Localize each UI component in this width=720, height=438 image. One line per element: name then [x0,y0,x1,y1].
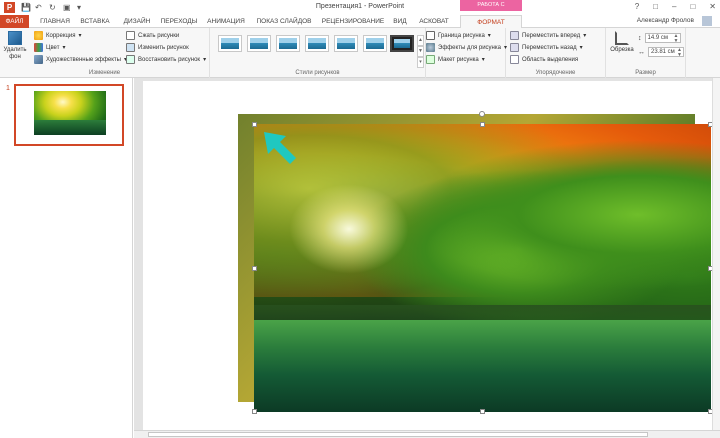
avatar[interactable] [702,16,712,26]
bring-forward-button[interactable]: Переместить вперед ▾ [510,31,586,40]
slide-number: 1 [6,85,10,92]
resize-handle-top-left[interactable] [252,122,257,127]
bring-forward-icon [510,31,519,40]
tab-animations[interactable]: АНИМАЦИЯ [204,15,248,28]
compress-pictures-button[interactable]: Сжать рисунки [126,31,179,40]
tab-slideshow[interactable]: ПОКАЗ СЛАЙДОВ [254,15,314,28]
window-title: Презентация1 - PowerPoint [315,3,405,10]
send-backward-button[interactable]: Переместить назад ▾ [510,43,583,52]
thumbnail-picture [34,91,106,135]
picture-style-7[interactable] [390,35,414,52]
group-arrange: Переместить вперед ▾ Переместить назад ▾ О… [506,28,606,78]
tab-format[interactable]: ФОРМАТ [460,15,522,29]
arrow-icon [264,132,296,164]
resize-handle-bottom-left[interactable] [252,409,257,414]
maximize-icon[interactable]: □ [690,2,695,11]
rotate-handle[interactable] [479,111,485,117]
height-icon: ↕ [638,34,642,42]
ribbon: Удалить фон Коррекция ▾ Цвет ▾ Художествен… [0,28,720,105]
minimize-icon[interactable]: – [672,2,676,11]
change-picture-icon [126,43,135,52]
group-label-styles: Стили рисунков [295,70,340,76]
height-spinner[interactable]: ▲ ▼ [674,34,679,44]
group-label-adjust: Изменение [88,70,121,76]
compress-icon [126,31,135,40]
picture-layout-button[interactable]: Макет рисунка ▾ [426,55,485,64]
horizontal-scrollbar[interactable] [134,430,720,438]
width-spinner[interactable]: ▲ ▼ [677,48,682,58]
tab-home[interactable]: ГЛАВНАЯ [38,15,72,28]
color-button[interactable]: Цвет ▾ [34,43,65,52]
title-bar: P 💾 ↶ ↻ ▣ ▾ Презентация1 - PowerPoint РА… [0,0,720,19]
crop-button[interactable]: Обрезка [610,31,634,53]
horizontal-scroll-thumb[interactable] [148,432,648,437]
send-backward-icon [510,43,519,52]
picture-style-6[interactable] [363,35,387,52]
reset-picture-icon [126,55,135,64]
artistic-effects-icon [34,55,43,64]
corrections-button[interactable]: Коррекция ▾ [34,31,82,40]
tab-design[interactable]: ДИЗАЙН [120,15,154,28]
ribbon-tabs: ФАЙЛ ГЛАВНАЯ ВСТАВКА ДИЗАЙН ПЕРЕХОДЫ АНИ… [0,15,720,29]
color-icon [34,43,43,52]
picture-border-icon [426,31,435,40]
corrections-icon [34,31,43,40]
resize-handle-bottom[interactable] [480,409,485,414]
picture-border-button[interactable]: Граница рисунка ▾ [426,31,491,40]
remove-background-icon [8,31,22,45]
slide-thumbnail-1[interactable] [14,84,124,146]
close-icon[interactable]: ✕ [709,2,716,11]
gallery-down-icon[interactable]: ▼ [417,46,424,57]
tab-view[interactable]: ВИД [390,15,410,28]
width-field: ↔ 23.81 см ▲ ▼ [638,47,684,57]
resize-handle-top[interactable] [480,122,485,127]
picture-style-4[interactable] [305,35,329,52]
width-input[interactable]: 23.81 см ▲ ▼ [648,47,684,57]
picture-style-2[interactable] [247,35,271,52]
tab-transitions[interactable]: ПЕРЕХОДЫ [160,15,198,28]
artistic-effects-button[interactable]: Художественные эффекты▾ [34,55,127,64]
group-label-arrange: Упорядочение [535,70,576,76]
user-name[interactable]: Александр Фролов [637,17,694,24]
tab-review[interactable]: РЕЦЕНЗИРОВАНИЕ [320,15,386,28]
group-picture-options: Граница рисунка ▾ Эффекты для рисунка ▾ Ма… [426,28,507,78]
selected-picture[interactable] [254,124,711,412]
picture-effects-icon [426,43,435,52]
help-icon[interactable]: ? [635,2,639,11]
styles-gallery-scroll[interactable]: ▲ ▼ ▾ [417,35,424,68]
crop-icon [615,31,629,45]
tab-file[interactable]: ФАЙЛ [0,15,29,28]
gallery-more-icon[interactable]: ▾ [417,57,424,68]
selection-pane-icon [510,55,519,64]
selection-pane-button[interactable]: Область выделения [510,55,578,64]
change-picture-button[interactable]: Изменить рисунок [126,43,189,52]
group-size: Обрезка ↕ 14.9 см ▲ ▼ ↔ 23.81 см ▲ ▼ Размер [606,28,686,78]
picture-style-3[interactable] [276,35,300,52]
height-field: ↕ 14.9 см ▲ ▼ [638,33,681,43]
ribbon-display-icon[interactable]: □ [653,2,658,11]
picture-style-5[interactable] [334,35,358,52]
context-tab-title: РАБОТА С РИСУНКАМИ [460,0,522,19]
remove-background-button[interactable]: Удалить фон [3,31,27,61]
gallery-up-icon[interactable]: ▲ [417,35,424,46]
vertical-scrollbar[interactable] [712,78,720,430]
window-controls: ? □ – □ ✕ [635,2,716,11]
reset-picture-button[interactable]: Восстановить рисунок ▾ [126,55,206,64]
tab-insert[interactable]: ВСТАВКА [78,15,112,28]
height-input[interactable]: 14.9 см ▲ ▼ [644,33,681,44]
picture-effects-button[interactable]: Эффекты для рисунка ▾ [426,43,507,52]
group-picture-styles: ▲ ▼ ▾ Стили рисунков [210,28,426,78]
tab-asc[interactable]: АСКОВАТ [416,15,452,28]
width-icon: ↔ [638,48,645,56]
resize-handle-left[interactable] [252,266,257,271]
picture-layout-icon [426,55,435,64]
picture-style-1[interactable] [218,35,242,52]
group-adjust: Удалить фон Коррекция ▾ Цвет ▾ Художествен… [0,28,210,78]
group-label-size: Размер [635,70,656,76]
